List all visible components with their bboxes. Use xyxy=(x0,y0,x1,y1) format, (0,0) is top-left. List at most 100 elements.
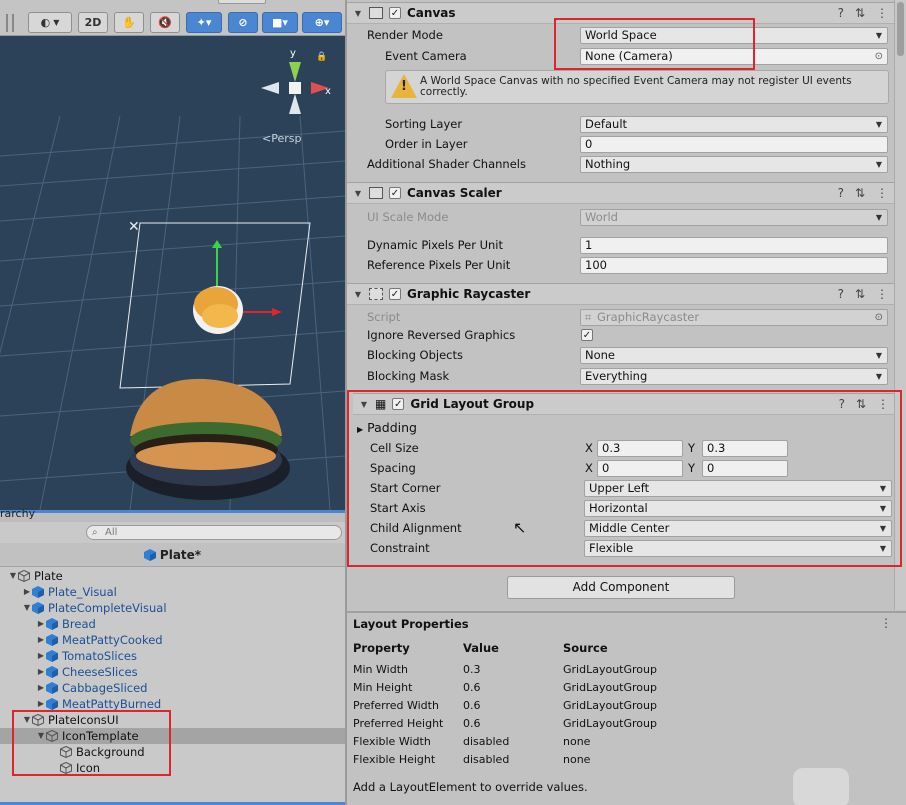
child-alignment-dropdown[interactable]: Middle Center xyxy=(584,520,892,537)
raycaster-enabled-checkbox[interactable]: ✓ xyxy=(389,288,401,300)
toolbar-grip xyxy=(12,14,14,32)
expand-arrow-icon[interactable]: ▼ xyxy=(36,728,46,744)
hierarchy-item[interactable]: Background xyxy=(0,744,345,760)
canvas-scaler-title: Canvas Scaler xyxy=(407,186,502,200)
hierarchy-item[interactable]: ▶ MeatPattyCooked xyxy=(0,632,345,648)
more-menu-icon[interactable]: ⋮ xyxy=(876,186,888,200)
collapse-arrow-icon[interactable]: ▶ xyxy=(36,680,46,696)
preset-icon[interactable]: ⇅ xyxy=(855,287,865,301)
help-icon[interactable]: ? xyxy=(838,186,844,200)
canvas-component-header[interactable]: ▼ ✓ Canvas ? ⇅ ⋮ xyxy=(347,2,896,24)
lock-icon[interactable]: 🔒 xyxy=(316,52,327,62)
add-component-button[interactable]: Add Component xyxy=(507,576,735,599)
inspector-scrollbar[interactable] xyxy=(894,0,906,610)
canvas-scaler-header[interactable]: ▼ ✓ Canvas Scaler ? ⇅ ⋮ xyxy=(347,182,896,204)
cell-size-x-input[interactable]: 0.3 xyxy=(597,440,683,457)
layout-property-value: 0.3 xyxy=(463,663,481,676)
hierarchy-item-label: MeatPattyCooked xyxy=(62,633,163,647)
hierarchy-item[interactable]: ▶ Plate_Visual xyxy=(0,584,345,600)
prefab-cube-icon xyxy=(32,586,44,598)
hierarchy-item[interactable]: ▶ MeatPattyBurned xyxy=(0,696,345,712)
toggle-2d-button[interactable]: 2D xyxy=(78,12,108,33)
hierarchy-item[interactable]: ▼ PlateCompleteVisual xyxy=(0,600,345,616)
scene-visibility-icon[interactable]: ⊘ xyxy=(228,12,258,33)
fold-arrow-icon[interactable]: ▼ xyxy=(357,400,371,409)
help-icon[interactable]: ? xyxy=(838,287,844,301)
blocking-mask-dropdown[interactable]: Everything xyxy=(580,368,888,385)
hierarchy-item[interactable]: ▶ TomatoSlices xyxy=(0,648,345,664)
collapse-arrow-icon[interactable]: ▶ xyxy=(36,648,46,664)
gizmos-dropdown[interactable]: ⊕▾ xyxy=(302,12,342,33)
camera-dropdown[interactable]: ■▾ xyxy=(262,12,298,33)
canvas-enabled-checkbox[interactable]: ✓ xyxy=(389,7,401,19)
collapse-arrow-icon[interactable]: ▶ xyxy=(36,696,46,712)
order-in-layer-input[interactable]: 0 xyxy=(580,136,888,153)
grid-layout-group-header[interactable]: ▼ ▦ ✓ Grid Layout Group ? ⇅ ⋮ xyxy=(353,393,897,415)
fold-arrow-icon[interactable]: ▼ xyxy=(351,290,365,299)
effects-dropdown[interactable]: ✦▾ xyxy=(186,12,222,33)
preset-icon[interactable]: ⇅ xyxy=(856,397,866,411)
collapse-arrow-icon[interactable]: ▶ xyxy=(36,632,46,648)
help-icon[interactable]: ? xyxy=(838,6,844,20)
collapse-arrow-icon[interactable]: ▶ xyxy=(36,664,46,680)
hierarchy-item[interactable]: ▼ IconTemplate xyxy=(0,728,345,744)
graphic-raycaster-header[interactable]: ▼ ✓ Graphic Raycaster ? ⇅ ⋮ xyxy=(347,283,896,305)
save-button-partial[interactable] xyxy=(218,0,266,4)
more-menu-icon[interactable]: ⋮ xyxy=(876,287,888,301)
collapse-arrow-icon[interactable]: ▶ xyxy=(22,584,32,600)
start-corner-dropdown[interactable]: Upper Left xyxy=(584,480,892,497)
hierarchy-item[interactable]: Icon xyxy=(0,760,345,776)
cell-size-y-input[interactable]: 0.3 xyxy=(702,440,788,457)
ignore-reversed-checkbox[interactable]: ✓ xyxy=(581,329,593,341)
hierarchy-tree: ▼ Plate ▶ Plate_Visual ▼ PlateCompleteVisual ▶… xyxy=(0,568,345,776)
event-camera-field[interactable]: None (Camera) xyxy=(580,48,888,65)
hierarchy-item-label: Background xyxy=(76,745,145,759)
persp-label[interactable]: <Persp xyxy=(262,132,301,145)
child-alignment-label: Child Alignment xyxy=(370,521,462,535)
fold-arrow-icon[interactable]: ▼ xyxy=(351,189,365,198)
layout-property-name: Min Height xyxy=(353,681,413,694)
constraint-dropdown[interactable]: Flexible xyxy=(584,540,892,557)
spacing-y-input[interactable]: 0 xyxy=(702,460,788,477)
preset-icon[interactable]: ⇅ xyxy=(855,186,865,200)
more-menu-icon[interactable]: ⋮ xyxy=(880,616,892,630)
layout-property-name: Preferred Height xyxy=(353,717,444,730)
scene-view[interactable]: ◐ ▼ 2D ✋ 🔇 ✦▾ ⊘ ■▾ ⊕▾ ✕ y x 🔒 <Persp xyxy=(0,0,345,510)
hierarchy-item[interactable]: ▼ PlateIconsUI xyxy=(0,712,345,728)
hierarchy-item[interactable]: ▶ Bread xyxy=(0,616,345,632)
canvas-scaler-enabled-checkbox[interactable]: ✓ xyxy=(389,187,401,199)
layout-property-source: GridLayoutGroup xyxy=(563,681,657,694)
lighting-toggle-icon[interactable]: ✋ xyxy=(114,12,144,33)
more-menu-icon[interactable]: ⋮ xyxy=(876,6,888,20)
hierarchy-item[interactable]: ▼ Plate xyxy=(0,568,345,584)
render-mode-dropdown[interactable]: World Space xyxy=(580,27,888,44)
hierarchy-item-label: Plate_Visual xyxy=(48,585,117,599)
start-axis-dropdown[interactable]: Horizontal xyxy=(584,500,892,517)
padding-foldout[interactable]: ▶ Padding xyxy=(357,419,417,437)
hierarchy-item[interactable]: ▶ CheeseSlices xyxy=(0,664,345,680)
script-icon: ⌗ xyxy=(585,310,592,324)
more-menu-icon[interactable]: ⋮ xyxy=(877,397,889,411)
shader-channels-dropdown[interactable]: Nothing xyxy=(580,156,888,173)
preset-icon[interactable]: ⇅ xyxy=(855,6,865,20)
shading-mode-dropdown[interactable]: ◐ ▼ xyxy=(28,12,72,33)
expand-arrow-icon[interactable]: ▼ xyxy=(8,568,18,584)
scrollbar-thumb[interactable] xyxy=(897,2,904,56)
reference-ppu-input[interactable]: 100 xyxy=(580,257,888,274)
expand-arrow-icon[interactable]: ▼ xyxy=(22,600,32,616)
grid-layout-enabled-checkbox[interactable]: ✓ xyxy=(392,398,405,410)
expand-arrow-icon[interactable]: ▼ xyxy=(22,712,32,728)
hierarchy-tab[interactable]: rarchy xyxy=(0,507,35,520)
help-icon[interactable]: ? xyxy=(839,397,845,411)
hierarchy-search-input[interactable]: ⌕ All xyxy=(86,525,342,540)
fold-arrow-icon[interactable]: ▼ xyxy=(351,9,365,18)
collapse-arrow-icon[interactable]: ▶ xyxy=(36,616,46,632)
hierarchy-item[interactable]: ▶ CabbageSliced xyxy=(0,680,345,696)
spacing-x-input[interactable]: 0 xyxy=(597,460,683,477)
grid-layout-title: Grid Layout Group xyxy=(410,397,535,411)
blocking-objects-dropdown[interactable]: None xyxy=(580,347,888,364)
sorting-layer-dropdown[interactable]: Default xyxy=(580,116,888,133)
auto-save-toggle-partial[interactable] xyxy=(268,0,345,4)
audio-toggle-icon[interactable]: 🔇 xyxy=(150,12,180,33)
dynamic-ppu-input[interactable]: 1 xyxy=(580,237,888,254)
